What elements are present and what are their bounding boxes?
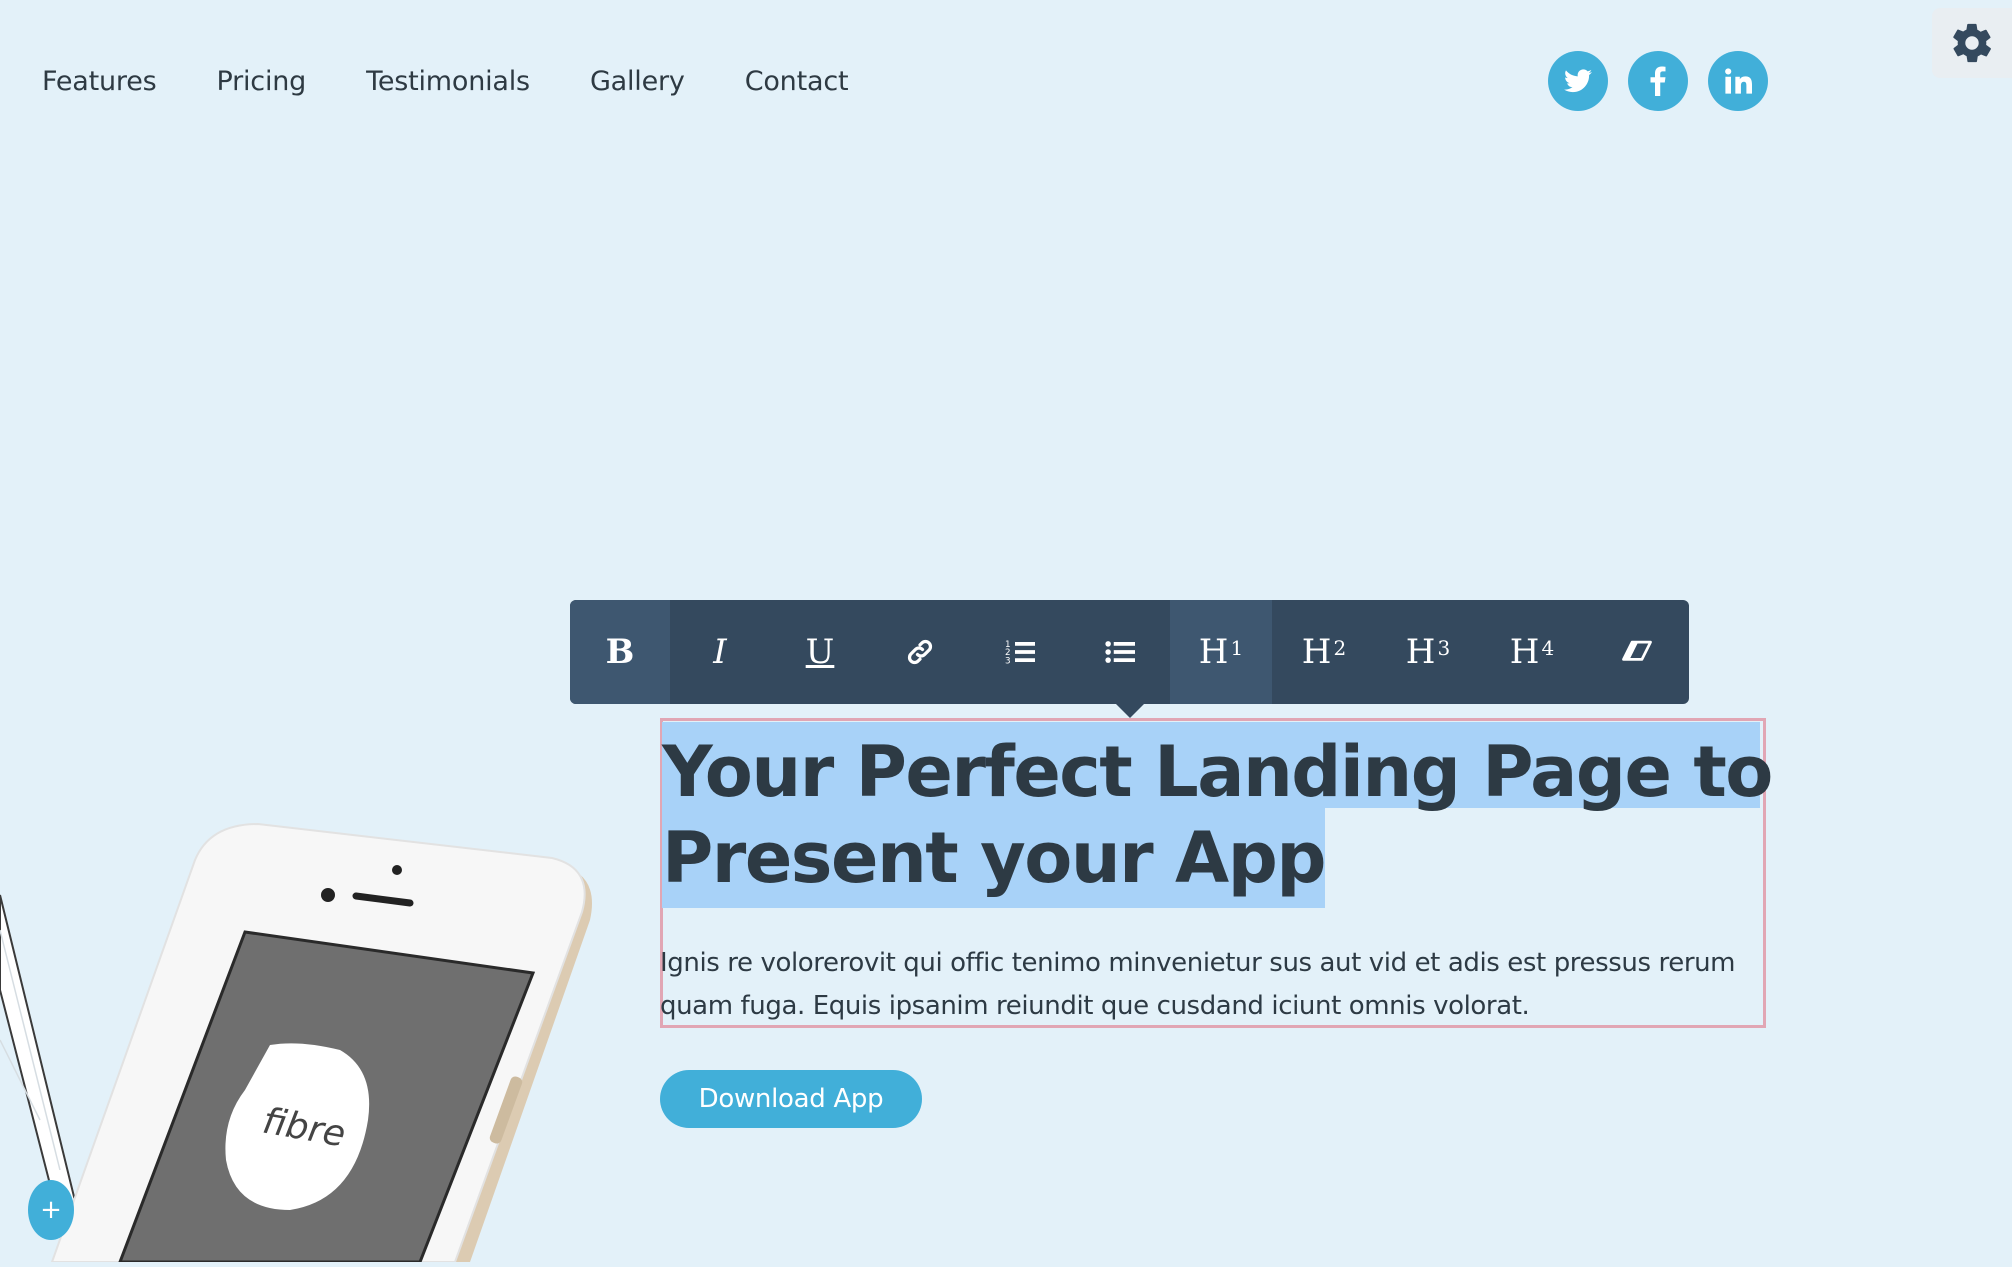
phone-image: fibre	[0, 822, 592, 1264]
link-icon	[907, 639, 933, 665]
h2-label: H	[1301, 632, 1332, 672]
italic-label: I	[713, 632, 727, 672]
toolbar-pointer	[1116, 704, 1144, 718]
nav-testimonials[interactable]: Testimonials	[366, 58, 530, 106]
twitter-icon	[1564, 69, 1592, 93]
h4-label: H	[1509, 632, 1540, 672]
phone-illustration: fibre	[0, 820, 620, 1264]
bold-label: B	[605, 632, 635, 672]
headline-line-2: Present your App	[662, 808, 1326, 908]
unordered-list-button[interactable]	[1070, 600, 1170, 704]
heading-3-button[interactable]: H3	[1376, 600, 1480, 704]
link-button[interactable]	[870, 600, 970, 704]
social-links	[1548, 51, 1768, 111]
clear-format-button[interactable]	[1584, 600, 1689, 704]
h3-sup: 3	[1437, 636, 1451, 660]
nav-gallery[interactable]: Gallery	[590, 58, 685, 106]
heading-1-button[interactable]: H1	[1170, 600, 1272, 704]
gear-icon	[1953, 23, 1991, 63]
plus-icon: +	[40, 1195, 62, 1225]
download-app-button[interactable]: Download App	[660, 1070, 922, 1128]
ordered-list-icon: 1 2 3	[1005, 640, 1035, 666]
linkedin-icon	[1725, 68, 1752, 94]
nav-contact[interactable]: Contact	[745, 58, 849, 106]
linkedin-button[interactable]	[1708, 51, 1768, 111]
settings-button[interactable]	[1932, 8, 2012, 78]
ordered-list-button[interactable]: 1 2 3	[970, 600, 1070, 704]
nav-features[interactable]: Features	[42, 58, 157, 106]
italic-button[interactable]: I	[670, 600, 770, 704]
hero-lead-text[interactable]: Ignis re volorerovit qui offic tenimo mi…	[660, 942, 1764, 1028]
twitter-button[interactable]	[1548, 51, 1608, 111]
underline-button[interactable]: U	[770, 600, 870, 704]
h1-sup: 1	[1230, 636, 1244, 660]
facebook-button[interactable]	[1628, 51, 1688, 111]
underline-label: U	[805, 632, 835, 672]
main-nav: Features Pricing Testimonials Gallery Co…	[42, 58, 908, 106]
h4-sup: 4	[1541, 636, 1555, 660]
heading-4-button[interactable]: H4	[1480, 600, 1584, 704]
svg-text:3: 3	[1005, 656, 1011, 666]
h3-label: H	[1405, 632, 1436, 672]
nav-pricing[interactable]: Pricing	[217, 58, 307, 106]
heading-2-button[interactable]: H2	[1272, 600, 1376, 704]
h1-label: H	[1198, 632, 1229, 672]
h2-sup: 2	[1333, 636, 1347, 660]
headline-line-1: Your Perfect Landing Page to	[662, 722, 1773, 813]
eraser-icon	[1621, 640, 1652, 661]
bold-button[interactable]: B	[570, 600, 670, 704]
unordered-list-icon	[1105, 641, 1135, 663]
facebook-icon	[1650, 66, 1666, 96]
text-editor-toolbar: B I U 1 2 3 H 1 H 2 H 3 H 4	[570, 600, 1689, 704]
add-block-button[interactable]: +	[28, 1180, 74, 1240]
hero-headline[interactable]: Your Perfect Landing Page to Present you…	[662, 722, 1773, 908]
